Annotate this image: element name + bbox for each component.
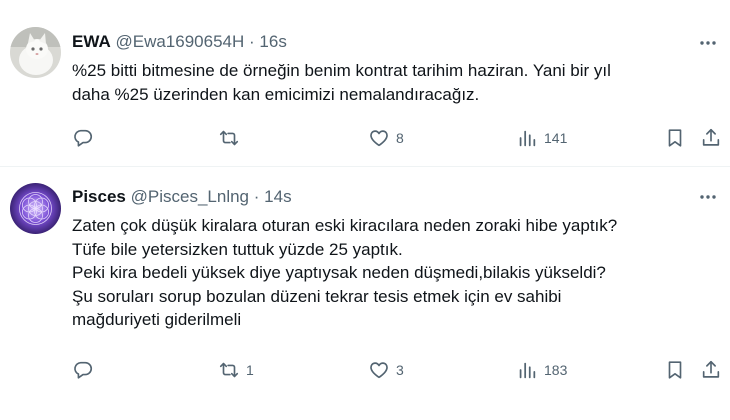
timestamp[interactable]: 14s [264, 187, 291, 206]
tweet-text: %25 bitti bitmesine de örneğin benim kon… [72, 59, 720, 106]
reply-icon [72, 127, 94, 149]
reply-icon [72, 359, 94, 381]
tweet-text-line: %25 bitti bitmesine de örneğin benim kon… [72, 61, 611, 80]
views-button[interactable]: 141 [516, 126, 567, 150]
analytics-icon [516, 127, 538, 149]
avatar[interactable] [10, 27, 61, 78]
more-options-icon[interactable] [698, 187, 718, 207]
reply-button[interactable] [72, 126, 94, 150]
tweet[interactable]: EWA @Ewa1690654H · 16s %25 bitti bitmesi… [0, 0, 730, 167]
views-count: 183 [544, 362, 568, 378]
tweet-text-line: mağduriyeti giderilmeli [72, 310, 242, 329]
tweet-text-line: Tüfe bile yetersizken tuttuk yüzde 25 ya… [72, 239, 403, 259]
user-handle[interactable]: @Ewa1690654H [115, 32, 244, 51]
like-count: 3 [396, 362, 404, 378]
tweet-text: Zaten çok düşük kiralara oturan eski kir… [72, 214, 720, 332]
reply-button[interactable] [72, 358, 94, 382]
bookmark-icon [664, 359, 686, 381]
heart-icon [368, 359, 390, 381]
share-button[interactable] [700, 358, 722, 382]
display-name[interactable]: EWA [72, 32, 111, 51]
bookmark-button[interactable] [664, 126, 686, 150]
views-button[interactable]: 183 [516, 358, 567, 382]
retweet-icon [218, 359, 240, 381]
separator-dot: · [249, 32, 255, 51]
display-name[interactable]: Pisces [72, 187, 126, 206]
action-bar: 8 141 [72, 126, 720, 150]
tweet-text-line: Zaten çok düşük kiralara oturan eski kir… [72, 216, 618, 235]
avatar[interactable] [10, 183, 61, 234]
retweet-icon [218, 127, 240, 149]
bookmark-icon [664, 127, 686, 149]
timestamp[interactable]: 16s [259, 32, 286, 51]
share-icon [700, 127, 722, 149]
tweet-text-line: daha %25 üzerinden kan emicimizi nemalan… [72, 84, 480, 104]
heart-icon [368, 127, 390, 149]
views-count: 141 [544, 130, 568, 146]
tweet-header: Pisces @Pisces_Lnlng · 14s [72, 186, 292, 208]
action-bar: 1 3 183 [72, 358, 720, 382]
bookmark-button[interactable] [664, 358, 686, 382]
retweet-button[interactable] [218, 126, 246, 150]
tweet-header: EWA @Ewa1690654H · 16s [72, 31, 287, 53]
user-handle[interactable]: @Pisces_Lnlng [131, 187, 249, 206]
share-icon [700, 359, 722, 381]
analytics-icon [516, 359, 538, 381]
like-button[interactable]: 3 [368, 358, 404, 382]
like-button[interactable]: 8 [368, 126, 404, 150]
tweet-text-line: Peki kira bedeli yüksek diye yaptıysak n… [72, 263, 606, 282]
retweet-button[interactable]: 1 [218, 358, 254, 382]
tweet[interactable]: Pisces @Pisces_Lnlng · 14s Zaten çok düş… [0, 167, 730, 420]
separator-dot: · [253, 187, 260, 206]
tweet-text-line: Şu soruları sorup bozulan düzeni tekrar … [72, 286, 562, 306]
more-options-icon[interactable] [698, 33, 718, 53]
like-count: 8 [396, 130, 404, 146]
share-button[interactable] [700, 126, 722, 150]
retweet-count: 1 [246, 362, 254, 378]
